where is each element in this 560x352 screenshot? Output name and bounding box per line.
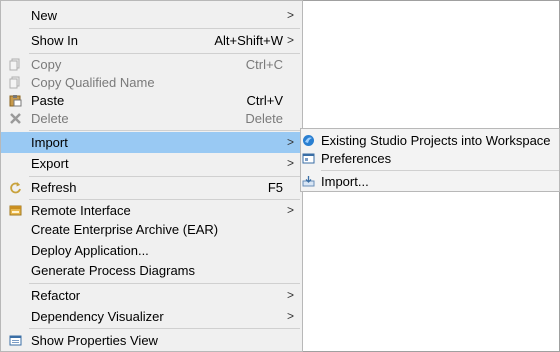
menu-separator bbox=[29, 328, 300, 329]
chevron-right-icon: > bbox=[286, 33, 294, 47]
menu-item-label: Deploy Application... bbox=[31, 243, 149, 258]
menu-item-label: Create Enterprise Archive (EAR) bbox=[31, 222, 219, 237]
menu-item-label: Preferences bbox=[321, 151, 392, 166]
menu-item-deploy-application[interactable]: Deploy Application... bbox=[1, 240, 302, 261]
menu-item-refresh[interactable]: Refresh F5 bbox=[1, 177, 302, 198]
menu-item-shortcut: Delete bbox=[245, 111, 283, 126]
chevron-right-icon: > bbox=[286, 135, 294, 149]
paste-icon bbox=[9, 95, 22, 107]
menu-item-refactor[interactable]: Refactor > bbox=[1, 285, 302, 306]
menu-item-show-properties-view[interactable]: Show Properties View bbox=[1, 330, 302, 351]
menu-item-label: Generate Process Diagrams bbox=[31, 263, 196, 278]
menu-item-show-in[interactable]: Show In Alt+Shift+W > bbox=[1, 30, 302, 51]
menu-item-generate-process-diagrams[interactable]: Generate Process Diagrams bbox=[1, 260, 302, 281]
menu-item-label: Show In bbox=[31, 33, 78, 48]
menu-separator bbox=[29, 28, 300, 29]
menu-separator bbox=[29, 283, 300, 284]
menu-item-shortcut: Alt+Shift+W bbox=[214, 33, 283, 48]
menu-separator bbox=[29, 130, 300, 131]
remote-interface-icon bbox=[9, 205, 22, 216]
menu-item-label: Refresh bbox=[31, 180, 77, 195]
menu-item-import[interactable]: Import > bbox=[1, 132, 302, 153]
menu-item-label: Export bbox=[31, 156, 69, 171]
menu-item-label: Import bbox=[31, 135, 68, 150]
delete-icon bbox=[10, 113, 21, 124]
copy-icon bbox=[9, 58, 20, 71]
import-submenu: Existing Studio Projects into Workspace … bbox=[300, 128, 560, 192]
submenu-item-preferences[interactable]: Preferences bbox=[301, 148, 559, 169]
menu-item-label: Dependency Visualizer bbox=[31, 309, 164, 324]
preferences-icon bbox=[302, 153, 315, 164]
chevron-right-icon: > bbox=[286, 309, 294, 323]
menu-item-shortcut: F5 bbox=[267, 180, 283, 195]
context-menu: New > Show In Alt+Shift+W > Copy Ctrl+C … bbox=[0, 0, 303, 352]
menu-item-label: New bbox=[31, 8, 58, 23]
chevron-right-icon: > bbox=[286, 203, 294, 217]
menu-item-label: Delete bbox=[31, 111, 69, 126]
show-properties-icon bbox=[9, 335, 22, 346]
menu-item-label: Import... bbox=[321, 174, 369, 189]
menu-item-remote-interface[interactable]: Remote Interface > bbox=[1, 200, 302, 221]
submenu-item-import[interactable]: Import... bbox=[301, 171, 559, 192]
menu-item-label: Remote Interface bbox=[31, 203, 131, 218]
menu-item-export[interactable]: Export > bbox=[1, 153, 302, 174]
chevron-right-icon: > bbox=[286, 288, 294, 302]
studio-projects-icon bbox=[303, 135, 314, 146]
menu-item-label: Refactor bbox=[31, 288, 81, 303]
chevron-right-icon: > bbox=[286, 156, 294, 170]
import-icon bbox=[302, 176, 315, 187]
menu-item-delete[interactable]: Delete Delete bbox=[1, 108, 302, 129]
menu-item-dependency-visualizer[interactable]: Dependency Visualizer > bbox=[1, 306, 302, 327]
copy-qualified-icon bbox=[9, 76, 20, 89]
menu-item-new[interactable]: New > bbox=[1, 5, 302, 26]
menu-item-label: Show Properties View bbox=[31, 333, 158, 348]
chevron-right-icon: > bbox=[286, 8, 294, 22]
menu-item-create-ear[interactable]: Create Enterprise Archive (EAR) bbox=[1, 219, 302, 240]
refresh-icon bbox=[10, 182, 21, 194]
